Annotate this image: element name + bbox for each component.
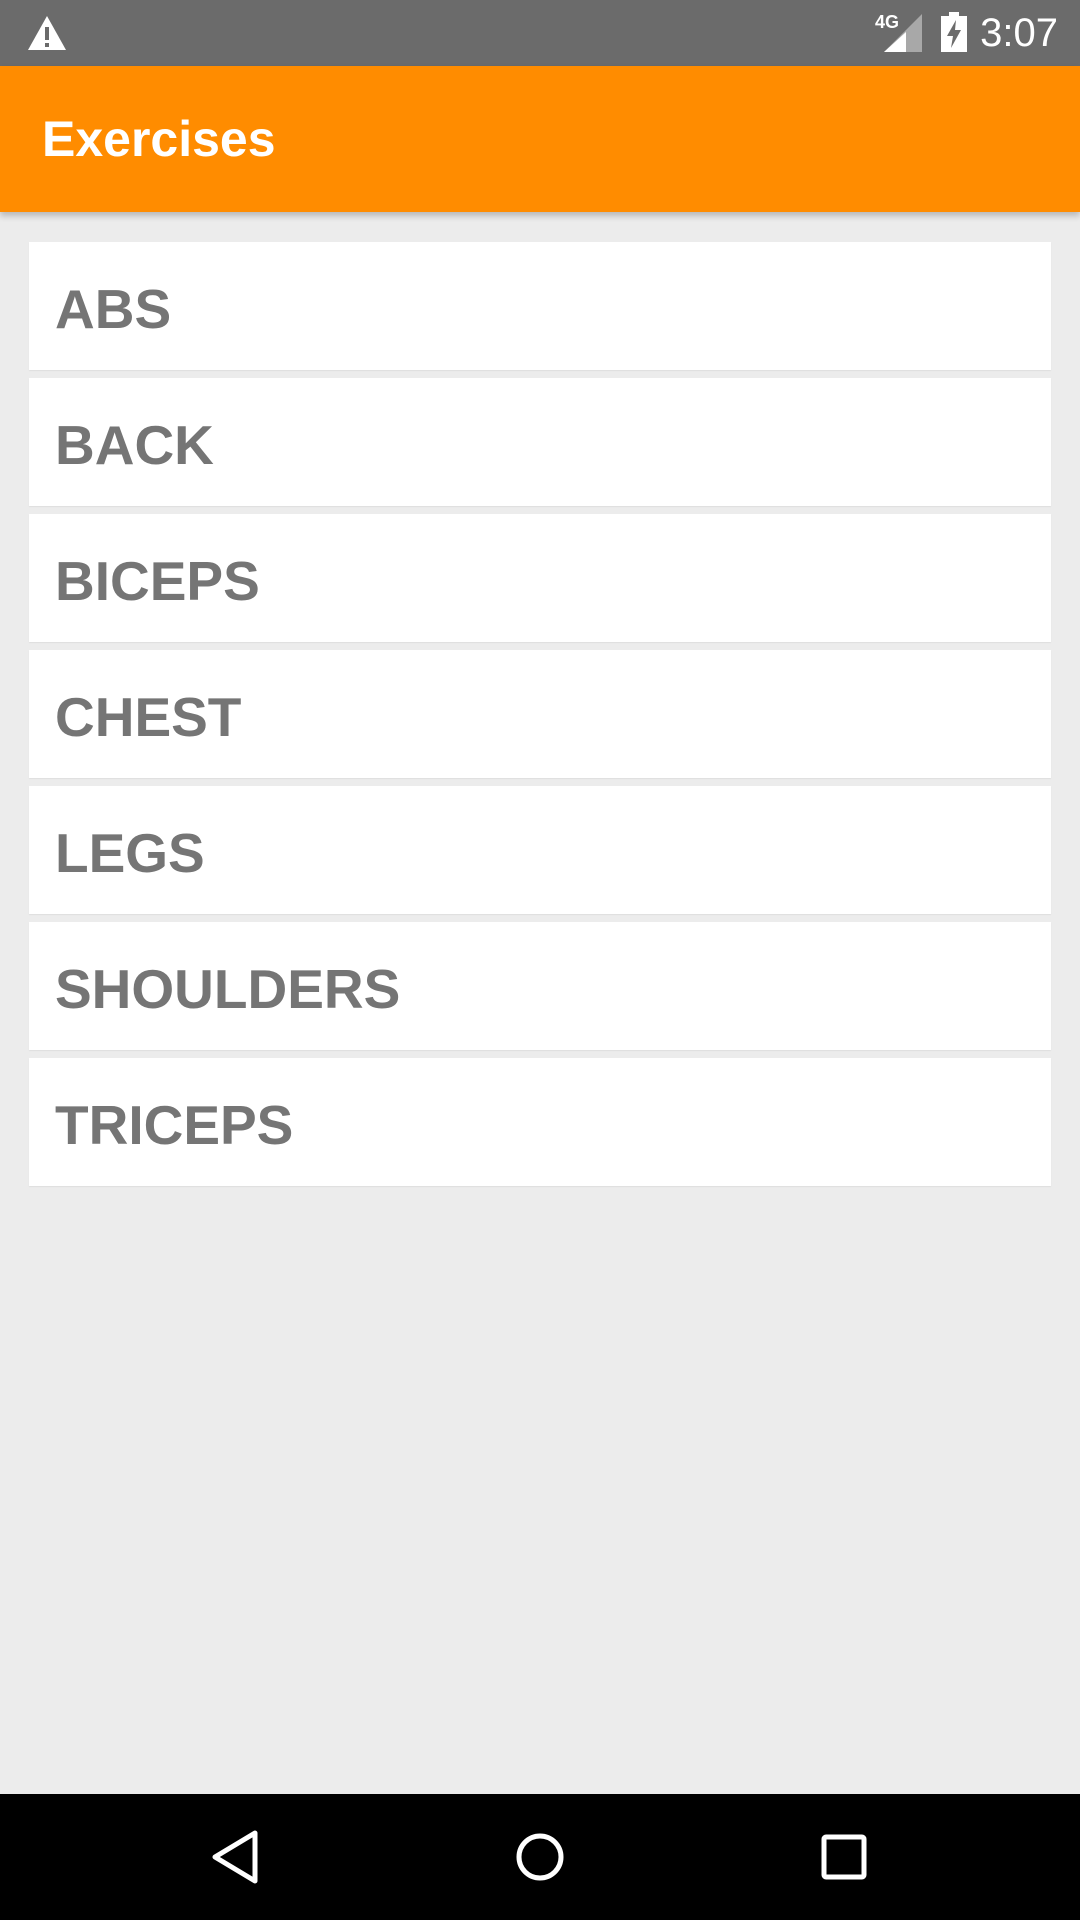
list-item-label: BICEPS [55, 550, 260, 612]
list-item-biceps[interactable]: BICEPS [29, 514, 1051, 642]
list-item-label: CHEST [55, 686, 242, 748]
app-bar: Exercises [0, 66, 1080, 212]
list-item-legs[interactable]: LEGS [29, 786, 1051, 914]
recents-square-icon[interactable] [814, 1827, 874, 1887]
list-item-label: SHOULDERS [55, 958, 401, 1020]
list-item-shoulders[interactable]: SHOULDERS [29, 922, 1051, 1050]
system-nav-bar [0, 1794, 1080, 1920]
exercise-list: ABS BACK BICEPS CHEST LEGS SHOULDERS TRI… [29, 242, 1051, 1194]
warning-icon [28, 16, 66, 50]
battery-charging-icon [941, 12, 967, 52]
back-triangle-icon[interactable] [207, 1827, 267, 1887]
list-item-abs[interactable]: ABS [29, 242, 1051, 370]
list-item-label: LEGS [55, 822, 205, 884]
status-clock: 3:07 [980, 11, 1058, 55]
cell-signal-icon [884, 14, 922, 52]
home-circle-icon[interactable] [510, 1827, 570, 1887]
list-item-back[interactable]: BACK [29, 378, 1051, 506]
list-item-chest[interactable]: CHEST [29, 650, 1051, 778]
list-item-triceps[interactable]: TRICEPS [29, 1058, 1051, 1186]
list-item-label: ABS [55, 278, 172, 340]
page-title: Exercises [42, 111, 276, 167]
status-bar: 4G 3:07 [0, 0, 1080, 66]
list-item-label: BACK [55, 414, 214, 476]
list-item-label: TRICEPS [55, 1094, 294, 1156]
